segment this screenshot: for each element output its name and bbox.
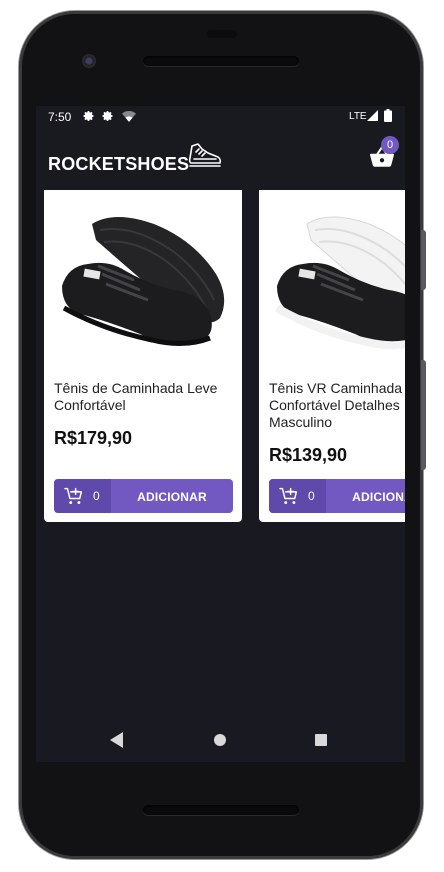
product-card: Tênis VR Caminhada Confortável Detalhes …	[259, 190, 405, 522]
app-header: ROCKETSHOES 0	[36, 128, 405, 190]
add-shopping-cart-icon	[279, 487, 299, 510]
settings-icon	[83, 110, 95, 124]
add-label: ADICIONAR	[137, 490, 207, 504]
add-shopping-cart-icon	[64, 487, 84, 510]
volume-button	[421, 360, 426, 470]
product-title: Tênis de Caminhada Leve Confortável	[54, 380, 218, 413]
power-button	[421, 230, 426, 290]
product-title: Tênis VR Caminhada Confortável Detalhes …	[269, 380, 403, 430]
add-to-cart-button[interactable]: 0 ADICIONAR	[269, 479, 405, 513]
cart-amount: 0	[308, 489, 315, 503]
product-price: R$139,90	[269, 445, 348, 465]
product-list[interactable]: Tênis de Caminhada Leve Confortável R$17…	[44, 190, 405, 530]
shoe-logo-icon	[188, 142, 222, 175]
lte-label: LTE	[349, 111, 367, 122]
product-price: R$179,90	[54, 428, 133, 448]
bottom-speaker	[143, 805, 299, 815]
settings-icon	[102, 110, 114, 124]
earpiece	[207, 30, 237, 38]
product-image	[44, 190, 242, 370]
battery-icon	[384, 109, 392, 124]
home-icon[interactable]	[214, 734, 226, 746]
status-time: 7:50	[48, 110, 72, 124]
brand-name[interactable]: ROCKETSHOES	[48, 154, 189, 175]
add-to-cart-button[interactable]: 0 ADICIONAR	[54, 479, 233, 513]
cart-count-badge: 0	[381, 136, 399, 154]
product-image	[259, 190, 405, 370]
lte-signal-icon	[367, 110, 378, 123]
status-bar: 7:50 LTE	[36, 106, 405, 128]
top-speaker	[143, 56, 299, 66]
wifi-icon	[122, 110, 136, 124]
add-label: ADICIONAR	[352, 490, 405, 504]
back-icon[interactable]	[110, 732, 124, 753]
app-screen: 7:50 LTE ROCKETSHOES 0 Tênis de Caminhad…	[36, 106, 405, 762]
recents-icon[interactable]	[315, 734, 327, 746]
cart-amount: 0	[93, 489, 100, 503]
product-card: Tênis de Caminhada Leve Confortável R$17…	[44, 190, 242, 522]
front-camera	[82, 54, 96, 68]
system-navigation-bar	[36, 718, 405, 762]
